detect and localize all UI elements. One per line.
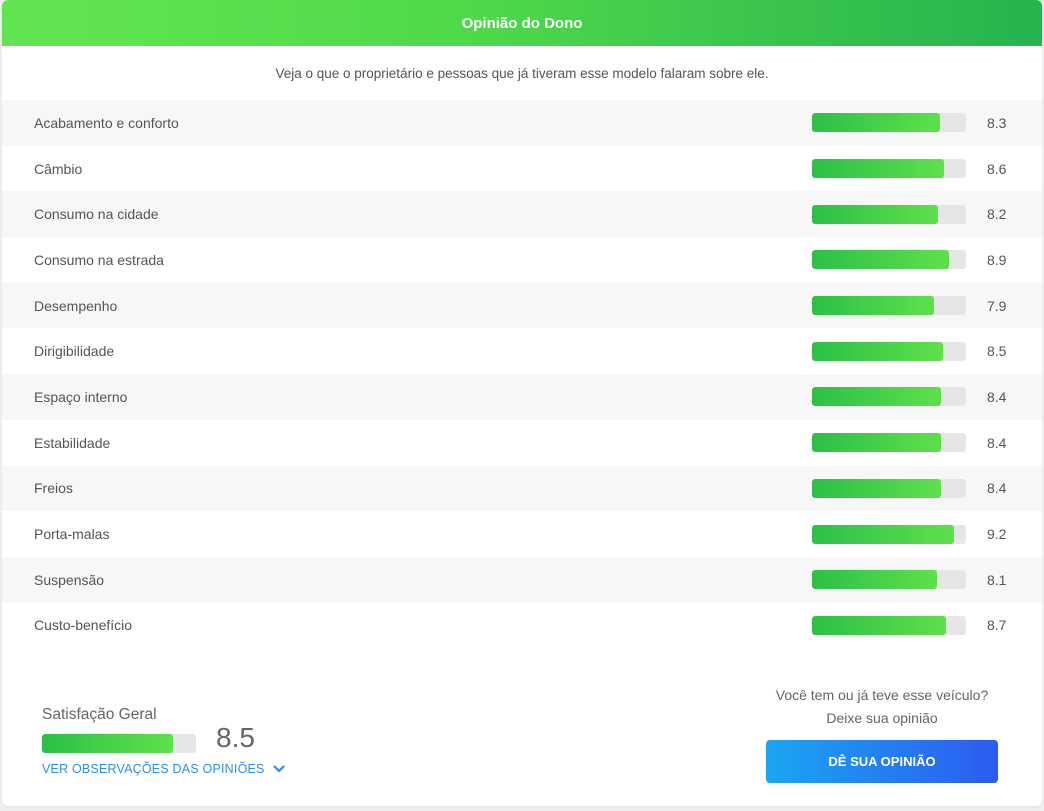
- card-title: Opinião do Dono: [461, 14, 583, 32]
- rating-bar-fill: [812, 204, 939, 224]
- rating-bar-fill: [812, 159, 945, 179]
- owner-opinion-card: Opinião do Dono Veja o que o proprietári…: [2, 0, 1042, 806]
- rating-label: Porta-malas: [34, 526, 110, 543]
- cta-text: Você tem ou já teve esse veículo? Deixe …: [742, 684, 1022, 730]
- rating-value: 8.7: [987, 617, 1007, 634]
- rating-row: Dirigibilidade 8.5: [2, 328, 1042, 375]
- rating-bar-fill: [812, 615, 946, 635]
- give-opinion-button[interactable]: DÊ SUA OPINIÃO: [766, 740, 998, 783]
- rating-bar-fill: [812, 296, 934, 316]
- rating-label: Desempenho: [34, 297, 118, 314]
- rating-value: 8.9: [987, 251, 1007, 268]
- cta-question: Você tem ou já teve esse veículo?: [775, 687, 989, 703]
- rating-bar-track: [812, 204, 966, 224]
- rating-label: Consumo na estrada: [34, 251, 164, 268]
- rating-row: Suspensão 8.1: [2, 556, 1042, 603]
- cta-invite: Deixe sua opinião: [826, 710, 938, 726]
- rating-bar-track: [812, 387, 966, 407]
- rating-bar-track: [812, 478, 966, 498]
- rating-label: Espaço interno: [34, 388, 128, 405]
- rating-label: Suspensão: [34, 571, 105, 588]
- rating-value: 7.9: [987, 297, 1007, 314]
- rating-bar-fill: [812, 478, 942, 498]
- rating-row: Consumo na cidade 8.2: [2, 191, 1042, 238]
- see-more-link[interactable]: VER OBSERVAÇÕES DAS OPINIÕES: [42, 762, 285, 776]
- rating-bar-fill: [812, 113, 940, 133]
- rating-bar-track: [812, 615, 966, 635]
- rating-row: Consumo na estrada 8.9: [2, 237, 1042, 283]
- rating-label: Freios: [34, 480, 73, 497]
- card-subtitle: Veja o que o proprietário e pessoas que …: [275, 65, 769, 81]
- rating-value: 8.6: [987, 160, 1007, 177]
- rating-value: 9.2: [987, 526, 1007, 543]
- rating-row: Porta-malas 9.2: [2, 511, 1042, 557]
- rating-label: Custo-benefício: [34, 617, 133, 634]
- rating-row: Espaço interno 8.4: [2, 374, 1042, 420]
- rating-bar-track: [812, 433, 966, 453]
- rating-value: 8.1: [987, 571, 1007, 588]
- rating-value: 8.4: [987, 480, 1007, 497]
- rating-bar-track: [812, 159, 966, 179]
- ratings-list: Acabamento e conforto 8.3 Câmbio 8.6 Consumo…: [2, 100, 1042, 649]
- rating-bar-fill: [812, 524, 954, 544]
- overall-bar-fill: [42, 734, 173, 753]
- rating-bar-fill: [812, 570, 937, 590]
- card-footer: Satisfação Geral 8.5 VER OBSERVAÇÕES DAS…: [2, 650, 1042, 806]
- rating-label: Dirigibilidade: [34, 343, 115, 360]
- card-header: Opinião do Dono: [2, 0, 1042, 46]
- rating-row: Desempenho 7.9: [2, 282, 1042, 329]
- rating-bar-fill: [812, 341, 943, 361]
- rating-label: Acabamento e conforto: [34, 114, 179, 131]
- rating-value: 8.4: [987, 388, 1007, 405]
- rating-bar-track: [812, 250, 966, 270]
- rating-bar-track: [812, 524, 966, 544]
- rating-row: Câmbio 8.6: [2, 145, 1042, 192]
- rating-label: Estabilidade: [34, 434, 111, 451]
- rating-bar-track: [812, 341, 966, 361]
- rating-value: 8.2: [987, 206, 1007, 223]
- rating-bar-fill: [812, 387, 942, 407]
- rating-value: 8.5: [987, 343, 1007, 360]
- rating-value: 8.3: [987, 114, 1007, 131]
- rating-value: 8.4: [987, 434, 1007, 451]
- rating-bar-track: [812, 296, 966, 316]
- rating-bar-track: [812, 570, 966, 590]
- rating-bar-fill: [812, 433, 942, 453]
- rating-label: Câmbio: [34, 160, 83, 177]
- overall-label: Satisfação Geral: [42, 706, 157, 723]
- see-more-label: VER OBSERVAÇÕES DAS OPINIÕES: [42, 762, 265, 776]
- rating-bar-fill: [812, 250, 950, 270]
- rating-row: Estabilidade 8.4: [2, 419, 1042, 466]
- chevron-down-icon: [272, 765, 285, 773]
- rating-bar-track: [812, 113, 966, 133]
- rating-row: Acabamento e conforto 8.3: [2, 100, 1042, 146]
- rating-label: Consumo na cidade: [34, 206, 159, 223]
- rating-row: Freios 8.4: [2, 465, 1042, 512]
- rating-row: Custo-benefício 8.7: [2, 602, 1042, 649]
- overall-bar-track: [42, 734, 196, 753]
- overall-value: 8.5: [216, 722, 255, 753]
